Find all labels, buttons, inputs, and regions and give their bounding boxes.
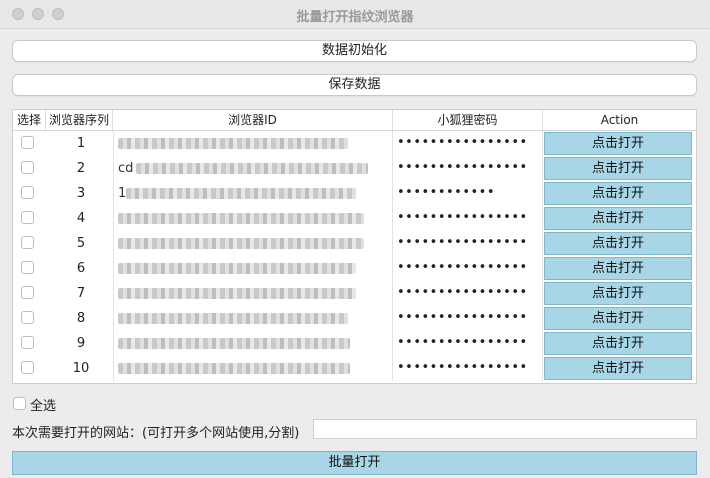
redacted-id-blur bbox=[136, 163, 368, 174]
row-select-checkbox[interactable] bbox=[21, 261, 34, 274]
redacted-id-blur bbox=[118, 263, 356, 274]
redacted-id-blur bbox=[118, 238, 364, 249]
password-cell[interactable]: •••••••••••••••• bbox=[393, 281, 543, 306]
redacted-id-blur bbox=[118, 363, 350, 374]
table-row: 6 •••••••••••••••• 点击打开 bbox=[13, 256, 696, 281]
open-browser-button[interactable]: 点击打开 bbox=[544, 207, 692, 230]
password-cell[interactable]: •••••••••••••••• bbox=[393, 256, 543, 281]
redacted-id-blur bbox=[126, 188, 356, 199]
browser-id-cell bbox=[113, 306, 393, 331]
password-dots: •••••••••••••••• bbox=[397, 260, 528, 275]
browser-id-cell bbox=[113, 331, 393, 356]
password-cell[interactable]: •••••••••••••••• bbox=[393, 156, 543, 181]
redacted-id-blur bbox=[118, 313, 348, 324]
password-dots: •••••••••••••••• bbox=[397, 360, 528, 375]
table-row: 7 •••••••••••••••• 点击打开 bbox=[13, 281, 696, 306]
browser-id-text: cd bbox=[118, 161, 134, 176]
open-browser-button[interactable]: 点击打开 bbox=[544, 257, 692, 280]
redacted-id-blur bbox=[118, 213, 364, 224]
browser-id-cell bbox=[113, 231, 393, 256]
redacted-id-blur bbox=[118, 288, 356, 299]
password-cell[interactable]: •••••••••••••••• bbox=[393, 331, 543, 356]
table-row: 3 1 •••••••••••• 点击打开 bbox=[13, 181, 696, 206]
browser-table: 选择 浏览器序列 浏览器ID 小狐狸密码 Action 1 •••••••••••… bbox=[12, 109, 697, 384]
password-cell[interactable]: •••••••••••••••• bbox=[393, 231, 543, 256]
open-browser-button[interactable]: 点击打开 bbox=[544, 332, 692, 355]
password-cell[interactable]: •••••••••••••••• bbox=[393, 131, 543, 156]
open-browser-button[interactable]: 点击打开 bbox=[544, 357, 692, 380]
header-select: 选择 bbox=[13, 110, 46, 130]
table-header: 选择 浏览器序列 浏览器ID 小狐狸密码 Action bbox=[13, 110, 696, 131]
browser-seq: 10 bbox=[72, 361, 90, 376]
header-browser-id: 浏览器ID bbox=[113, 110, 393, 130]
open-browser-button[interactable]: 点击打开 bbox=[544, 307, 692, 330]
row-select-checkbox[interactable] bbox=[21, 311, 34, 324]
row-select-checkbox[interactable] bbox=[21, 336, 34, 349]
browser-id-cell bbox=[113, 206, 393, 231]
open-browser-button[interactable]: 点击打开 bbox=[544, 157, 692, 180]
row-select-checkbox[interactable] bbox=[21, 136, 34, 149]
row-select-checkbox[interactable] bbox=[21, 361, 34, 374]
table-row: 1 •••••••••••••••• 点击打开 bbox=[13, 131, 696, 156]
browser-seq: 3 bbox=[76, 186, 86, 201]
url-input[interactable] bbox=[313, 419, 697, 439]
password-cell[interactable]: •••••••••••• bbox=[393, 181, 543, 206]
row-select-checkbox[interactable] bbox=[21, 186, 34, 199]
open-browser-button[interactable]: 点击打开 bbox=[544, 182, 692, 205]
browser-seq: 8 bbox=[76, 311, 86, 326]
password-dots: •••••••••••••••• bbox=[397, 285, 528, 300]
select-all-label: 全选 bbox=[30, 399, 57, 414]
open-browser-button[interactable]: 点击打开 bbox=[544, 132, 692, 155]
row-select-checkbox[interactable] bbox=[21, 286, 34, 299]
browser-seq: 7 bbox=[76, 286, 86, 301]
header-password: 小狐狸密码 bbox=[393, 110, 543, 130]
table-row: 5 •••••••••••••••• 点击打开 bbox=[13, 231, 696, 256]
select-all-checkbox[interactable] bbox=[13, 397, 26, 410]
row-select-checkbox[interactable] bbox=[21, 236, 34, 249]
browser-id-cell bbox=[113, 281, 393, 306]
row-select-checkbox[interactable] bbox=[21, 161, 34, 174]
password-dots: •••••••••••••••• bbox=[397, 160, 528, 175]
password-cell[interactable]: •••••••••••••••• bbox=[393, 306, 543, 331]
title-bar: 批量打开指纹浏览器 bbox=[0, 0, 710, 29]
header-action: Action bbox=[600, 113, 639, 127]
batch-open-button[interactable]: 批量打开 bbox=[12, 451, 697, 475]
password-dots: •••••••••••••••• bbox=[397, 310, 528, 325]
open-browser-button[interactable]: 点击打开 bbox=[544, 232, 692, 255]
browser-id-cell bbox=[113, 356, 393, 381]
table-row: 8 •••••••••••••••• 点击打开 bbox=[13, 306, 696, 331]
row-select-checkbox[interactable] bbox=[21, 211, 34, 224]
redacted-id-blur bbox=[118, 338, 350, 349]
browser-seq: 5 bbox=[76, 236, 86, 251]
password-cell[interactable]: •••••••••••••••• bbox=[393, 206, 543, 231]
password-dots: •••••••••••••••• bbox=[397, 210, 528, 225]
password-dots: •••••••••••• bbox=[397, 185, 496, 200]
password-dots: •••••••••••••••• bbox=[397, 335, 528, 350]
redacted-id-blur bbox=[118, 138, 348, 149]
save-data-button[interactable]: 保存数据 bbox=[12, 74, 697, 96]
browser-seq: 1 bbox=[76, 136, 86, 151]
table-row: 10 •••••••••••••••• 点击打开 bbox=[13, 356, 696, 381]
header-seq: 浏览器序列 bbox=[46, 110, 113, 130]
browser-id-cell bbox=[113, 131, 393, 156]
password-cell[interactable]: •••••••••••••••• bbox=[393, 356, 543, 381]
table-row: 9 •••••••••••••••• 点击打开 bbox=[13, 331, 696, 356]
open-browser-button[interactable]: 点击打开 bbox=[544, 282, 692, 305]
browser-id-cell: cd bbox=[113, 156, 393, 181]
browser-seq: 4 bbox=[76, 211, 86, 226]
browser-id-cell: 1 bbox=[113, 181, 393, 206]
url-label: 本次需要打开的网站：(可打开多个网站使用,分割) bbox=[12, 426, 300, 441]
password-dots: •••••••••••••••• bbox=[397, 235, 528, 250]
browser-seq: 9 bbox=[76, 336, 86, 351]
browser-id-cell bbox=[113, 256, 393, 281]
window-title: 批量打开指纹浏览器 bbox=[296, 10, 414, 25]
password-dots: •••••••••••••••• bbox=[397, 135, 528, 150]
browser-seq: 6 bbox=[76, 261, 86, 276]
table-row: 4 •••••••••••••••• 点击打开 bbox=[13, 206, 696, 231]
init-data-button[interactable]: 数据初始化 bbox=[12, 40, 697, 62]
table-row: 2 cd •••••••••••••••• 点击打开 bbox=[13, 156, 696, 181]
browser-seq: 2 bbox=[76, 161, 86, 176]
